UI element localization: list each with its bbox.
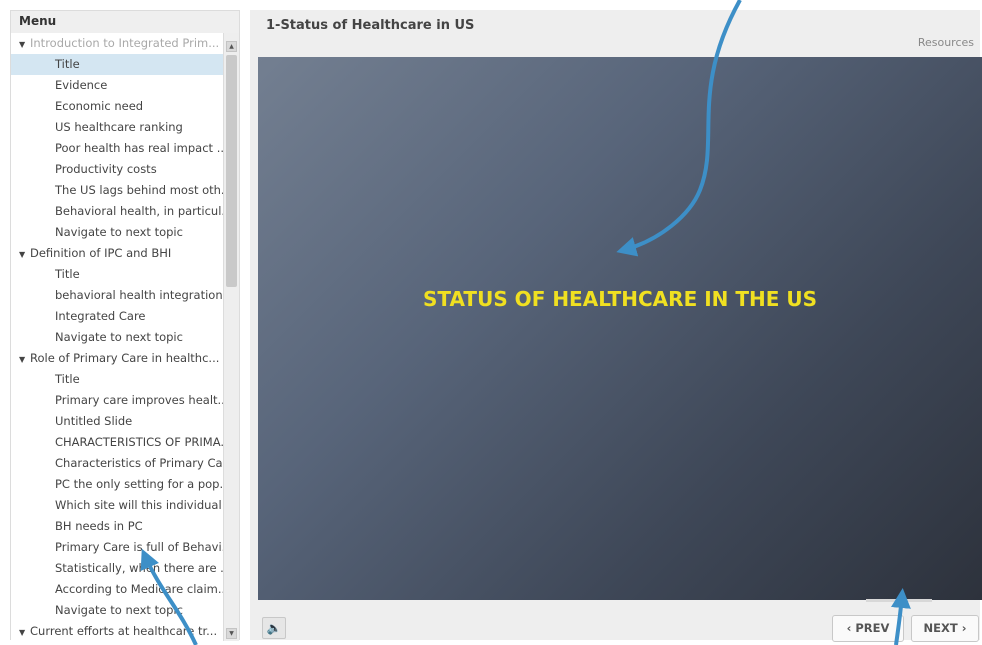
menu-item[interactable]: Primary care improves healt... (11, 390, 223, 411)
menu-item-label: According to Medicare claim... (55, 582, 223, 596)
menu-list: ▼ Introduction to Integrated Prim... Title… (11, 33, 223, 641)
prev-button[interactable]: ‹ PREV (832, 615, 904, 642)
menu-item[interactable]: Untitled Slide (11, 411, 223, 432)
menu-item-label: Title (55, 267, 80, 281)
menu-item-label: Untitled Slide (55, 414, 133, 428)
menu-item-label: Title (55, 372, 80, 386)
menu-item-label: Evidence (55, 78, 108, 92)
slide-canvas: STATUS OF HEALTHCARE IN THE US (258, 57, 982, 600)
expand-triangle-icon[interactable]: ▼ (19, 622, 30, 641)
menu-item-label: Integrated Care (55, 309, 146, 323)
speaker-icon[interactable]: 🔈 (262, 617, 286, 639)
slide-title: STATUS OF HEALTHCARE IN THE US (423, 287, 817, 311)
menu-item-label: The US lags behind most oth... (55, 183, 223, 197)
menu-header: Menu (11, 11, 239, 33)
menu-item-label: Navigate to next topic (55, 603, 183, 617)
menu-scrollbar[interactable]: ▲ ▼ (223, 33, 239, 641)
menu-item-label: Navigate to next topic (55, 330, 183, 344)
menu-item[interactable]: Title (11, 54, 223, 75)
menu-item-label: Role of Primary Care in healthc... (30, 351, 220, 365)
scroll-down-icon[interactable]: ▼ (226, 628, 237, 639)
expand-triangle-icon[interactable]: ▼ (19, 244, 30, 264)
menu-item-label: Title (55, 57, 80, 71)
menu-item-label: Definition of IPC and BHI (30, 246, 172, 260)
menu-item-label: Behavioral health, in particul... (55, 204, 223, 218)
menu-item-label: PC the only setting for a pop... (55, 477, 223, 491)
expand-triangle-icon[interactable]: ▼ (19, 34, 30, 54)
menu-item-label: behavioral health integration (55, 288, 223, 302)
menu-item-label: BH needs in PC (55, 519, 143, 533)
expand-triangle-icon[interactable]: ▼ (19, 349, 30, 369)
menu-section[interactable]: ▼ Role of Primary Care in healthc... (11, 348, 223, 369)
resources-link[interactable]: Resources (918, 36, 974, 49)
menu-item[interactable]: According to Medicare claim... (11, 579, 223, 600)
sidebar-menu: Menu ▼ Introduction to Integrated Prim...… (10, 10, 240, 641)
menu-item-label: Characteristics of Primary Care (55, 456, 223, 470)
menu-item[interactable]: Behavioral health, in particul... (11, 201, 223, 222)
menu-section[interactable]: ▼ Introduction to Integrated Prim... (11, 33, 223, 54)
page-title: 1-Status of Healthcare in US (266, 18, 475, 33)
menu-item-label: Primary care improves healt... (55, 393, 223, 407)
menu-item[interactable]: Characteristics of Primary Care (11, 453, 223, 474)
menu-item[interactable]: Productivity costs (11, 159, 223, 180)
menu-item-label: Poor health has real impact ... (55, 141, 223, 155)
menu-item[interactable]: behavioral health integration (11, 285, 223, 306)
menu-item-label: CHARACTERISTICS OF PRIMA... (55, 435, 223, 449)
menu-item[interactable]: Statistically, when there are ... (11, 558, 223, 579)
menu-item[interactable]: Which site will this individual ... (11, 495, 223, 516)
menu-item-label: Economic need (55, 99, 144, 113)
menu-item-label: Primary Care is full of Behavi... (55, 540, 223, 554)
menu-section[interactable]: ▼ Definition of IPC and BHI (11, 243, 223, 264)
menu-item[interactable]: Title (11, 369, 223, 390)
menu-item-label: Current efforts at healthcare tr... (30, 624, 218, 638)
menu-item[interactable]: Title (11, 264, 223, 285)
next-button[interactable]: NEXT › (911, 615, 979, 642)
menu-item[interactable]: CHARACTERISTICS OF PRIMA... (11, 432, 223, 453)
menu-item[interactable]: The US lags behind most oth... (11, 180, 223, 201)
menu-item-label: Productivity costs (55, 162, 157, 176)
menu-item[interactable]: Economic need (11, 96, 223, 117)
menu-item[interactable]: Navigate to next topic (11, 600, 223, 621)
menu-item[interactable]: Navigate to next topic (11, 327, 223, 348)
menu-item[interactable]: PC the only setting for a pop... (11, 474, 223, 495)
scroll-up-icon[interactable]: ▲ (226, 41, 237, 52)
menu-item-label: Statistically, when there are ... (55, 561, 223, 575)
menu-item[interactable]: US healthcare ranking (11, 117, 223, 138)
menu-item[interactable]: Evidence (11, 75, 223, 96)
menu-item-label: Navigate to next topic (55, 225, 183, 239)
progress-indicator (866, 599, 932, 602)
menu-item[interactable]: Primary Care is full of Behavi... (11, 537, 223, 558)
menu-item[interactable]: Navigate to next topic (11, 222, 223, 243)
menu-item[interactable]: Integrated Care (11, 306, 223, 327)
menu-item-label: Which site will this individual ... (55, 498, 223, 512)
menu-item-label: Introduction to Integrated Prim... (30, 36, 220, 50)
menu-section[interactable]: ▼ Current efforts at healthcare tr... (11, 621, 223, 641)
menu-item[interactable]: BH needs in PC (11, 516, 223, 537)
menu-item-label: US healthcare ranking (55, 120, 183, 134)
menu-item[interactable]: Poor health has real impact ... (11, 138, 223, 159)
scrollbar-thumb[interactable] (226, 55, 237, 287)
